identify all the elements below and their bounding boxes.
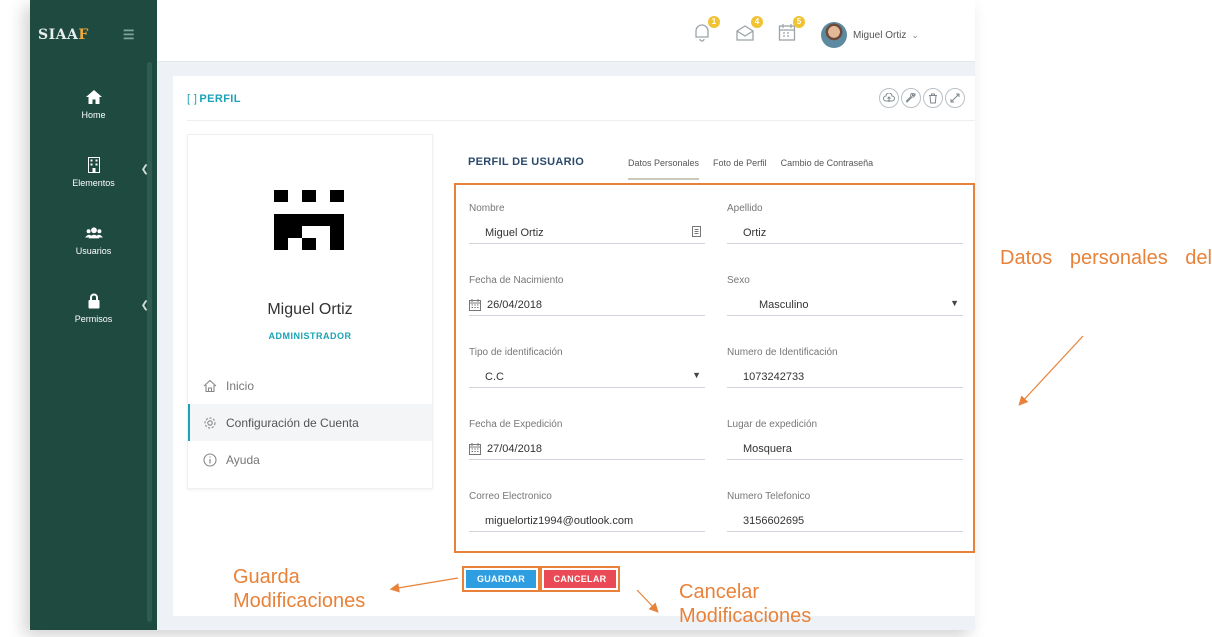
arrow-guarda <box>389 577 459 593</box>
annotation-arrows <box>389 335 1084 613</box>
arrow-datos <box>1018 335 1084 406</box>
annotated-screenshot: SIAA F ☰ Home Elementos ❮ Usuarios Permi… <box>0 0 1212 637</box>
arrow-cancelar <box>636 589 659 613</box>
